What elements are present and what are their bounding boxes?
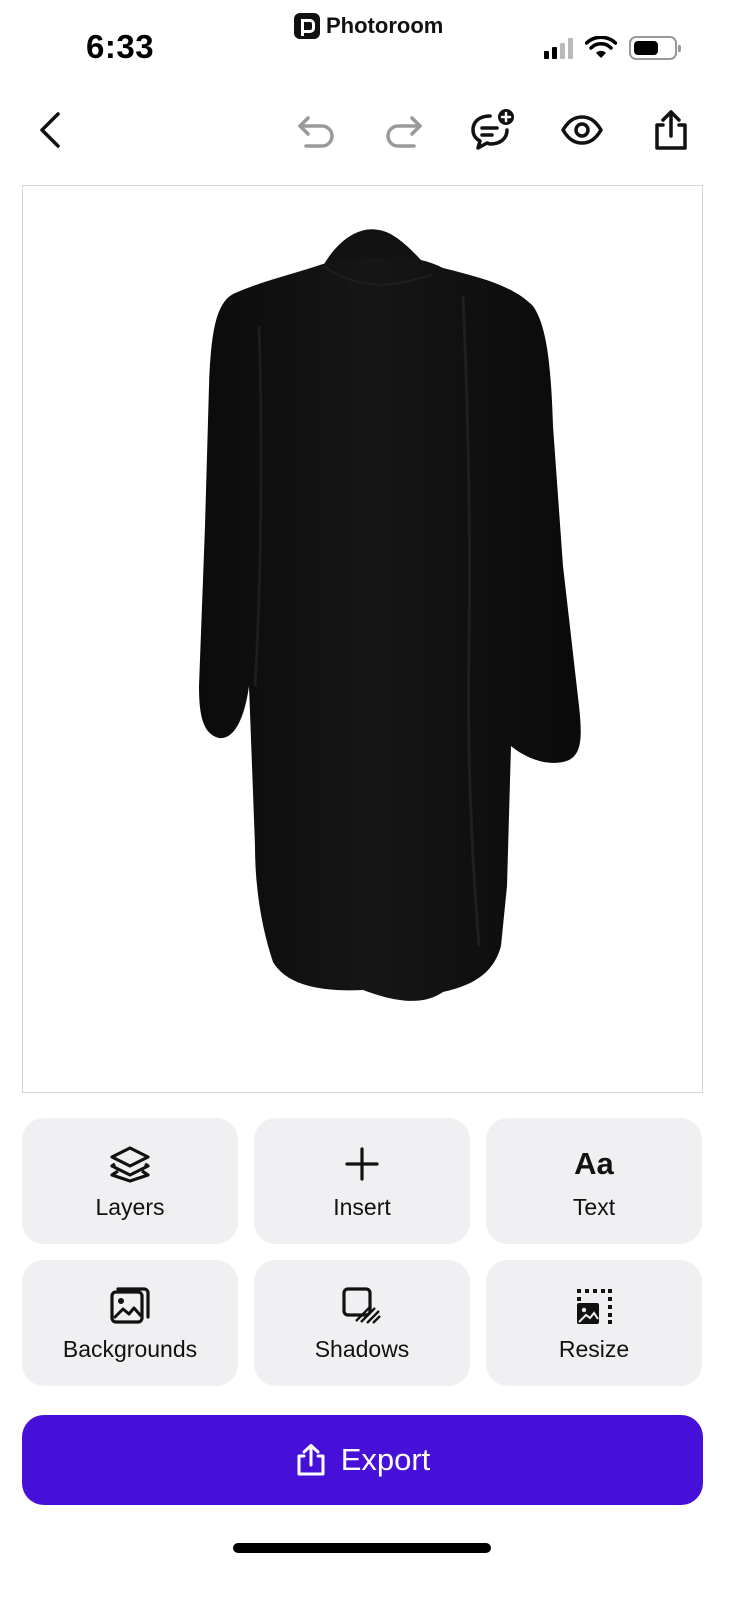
tool-label: Layers — [95, 1194, 165, 1220]
tool-insert[interactable]: Insert — [254, 1118, 470, 1244]
redo-button[interactable] — [374, 98, 434, 162]
app-name: Photoroom — [326, 13, 444, 38]
share-icon — [297, 1444, 325, 1476]
shadows-icon — [342, 1287, 381, 1324]
preview-button[interactable] — [552, 98, 612, 162]
preview-eye-icon — [561, 115, 603, 145]
share-icon — [655, 110, 687, 150]
tool-label: Resize — [558, 1336, 630, 1362]
back-icon — [40, 112, 60, 148]
tool-resize[interactable]: Resize — [486, 1260, 702, 1386]
wifi-icon — [585, 36, 617, 58]
battery-icon — [629, 36, 681, 60]
resize-icon — [577, 1289, 612, 1324]
backgrounds-icon — [110, 1287, 150, 1324]
back-button[interactable] — [20, 98, 80, 162]
editor-canvas[interactable] — [22, 185, 703, 1093]
layers-icon — [110, 1146, 150, 1183]
tool-grid: Layers Insert Aa Text Backgrounds Shadow… — [22, 1118, 703, 1386]
tool-label: Backgrounds — [62, 1336, 198, 1362]
export-button[interactable]: Export — [22, 1415, 703, 1505]
tool-backgrounds[interactable]: Backgrounds — [22, 1260, 238, 1386]
tool-shadows[interactable]: Shadows — [254, 1260, 470, 1386]
text-aa-icon: Aa — [574, 1146, 614, 1181]
tool-text[interactable]: Aa Text — [486, 1118, 702, 1244]
editor-toolbar — [0, 98, 739, 162]
photoroom-logo-icon — [294, 13, 320, 39]
black-coat-image[interactable] — [23, 186, 703, 1093]
tool-layers[interactable]: Layers — [22, 1118, 238, 1244]
status-bar: 6:33 Photoroom — [0, 0, 739, 80]
tool-label: Shadows — [314, 1336, 410, 1362]
status-icons — [544, 36, 681, 60]
redo-icon — [386, 116, 422, 148]
app-indicator: Photoroom — [294, 13, 443, 39]
tool-label: Text — [572, 1194, 616, 1220]
undo-button[interactable] — [286, 98, 346, 162]
comment-add-icon — [471, 109, 514, 150]
export-label: Export — [340, 1442, 431, 1477]
status-time: 6:33 — [86, 28, 155, 65]
share-button[interactable] — [641, 98, 701, 162]
plus-icon — [345, 1147, 379, 1181]
add-comment-button[interactable] — [463, 98, 523, 162]
tool-label: Insert — [333, 1194, 391, 1220]
home-indicator[interactable] — [233, 1543, 491, 1553]
undo-icon — [298, 116, 334, 148]
signal-icon — [544, 37, 573, 59]
